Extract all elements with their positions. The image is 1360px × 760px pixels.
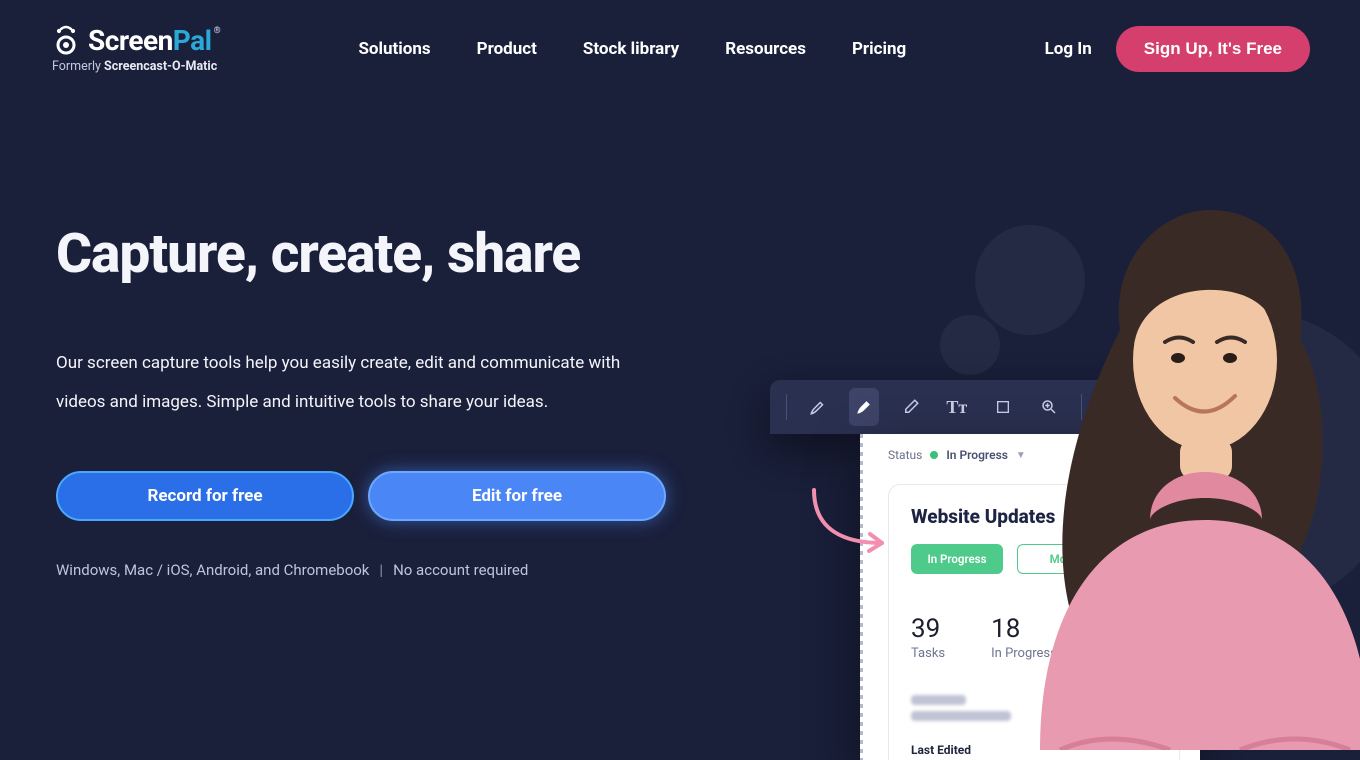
- nav-product[interactable]: Product: [477, 39, 537, 59]
- record-button[interactable]: Record for free: [56, 471, 354, 521]
- chip-in-progress[interactable]: In Progress: [911, 544, 1003, 574]
- text-icon[interactable]: Tᴛ: [942, 388, 972, 426]
- hero-visual: Tᴛ Status In Progress ▼: [760, 200, 1360, 760]
- main-nav: Solutions Product Stock library Resource…: [358, 39, 906, 59]
- highlighter-icon[interactable]: [849, 388, 879, 426]
- nav-pricing[interactable]: Pricing: [852, 39, 906, 59]
- logo-text: ScreenPal®: [88, 24, 220, 57]
- logo-mark-icon: [50, 25, 82, 57]
- login-link[interactable]: Log In: [1045, 39, 1092, 59]
- edit-button[interactable]: Edit for free: [368, 471, 666, 521]
- toolbar-divider: [786, 394, 787, 420]
- hero-person-illustration: [1000, 190, 1360, 750]
- stat-label: Tasks: [911, 646, 945, 661]
- logo[interactable]: ScreenPal® Formerly Screencast-O-Matic: [50, 24, 220, 74]
- status-value[interactable]: In Progress: [946, 448, 1008, 462]
- bg-circle-icon: [940, 315, 1000, 375]
- logo-subtitle: Formerly Screencast-O-Matic: [52, 59, 220, 74]
- stat-tasks: 39 Tasks: [911, 614, 945, 661]
- status-label: Status: [888, 448, 922, 462]
- hero-title: Capture, create, share: [56, 225, 696, 284]
- stat-value: 39: [911, 614, 945, 644]
- placeholder-line: [911, 695, 966, 705]
- separator: |: [379, 561, 383, 579]
- hero-meta: Windows, Mac / iOS, Android, and Chromeb…: [56, 561, 696, 579]
- status-dot-icon: [930, 451, 938, 459]
- hero-description: Our screen capture tools help you easily…: [56, 344, 636, 421]
- nav-solutions[interactable]: Solutions: [358, 39, 430, 59]
- no-account-text: No account required: [393, 561, 528, 579]
- nav-resources[interactable]: Resources: [725, 39, 806, 59]
- brush-icon[interactable]: [803, 388, 833, 426]
- nav-stock-library[interactable]: Stock library: [583, 39, 679, 59]
- signup-button[interactable]: Sign Up, It's Free: [1116, 26, 1310, 72]
- platforms-text: Windows, Mac / iOS, Android, and Chromeb…: [56, 561, 369, 579]
- placeholder-line: [911, 711, 1011, 721]
- eraser-icon[interactable]: [895, 388, 925, 426]
